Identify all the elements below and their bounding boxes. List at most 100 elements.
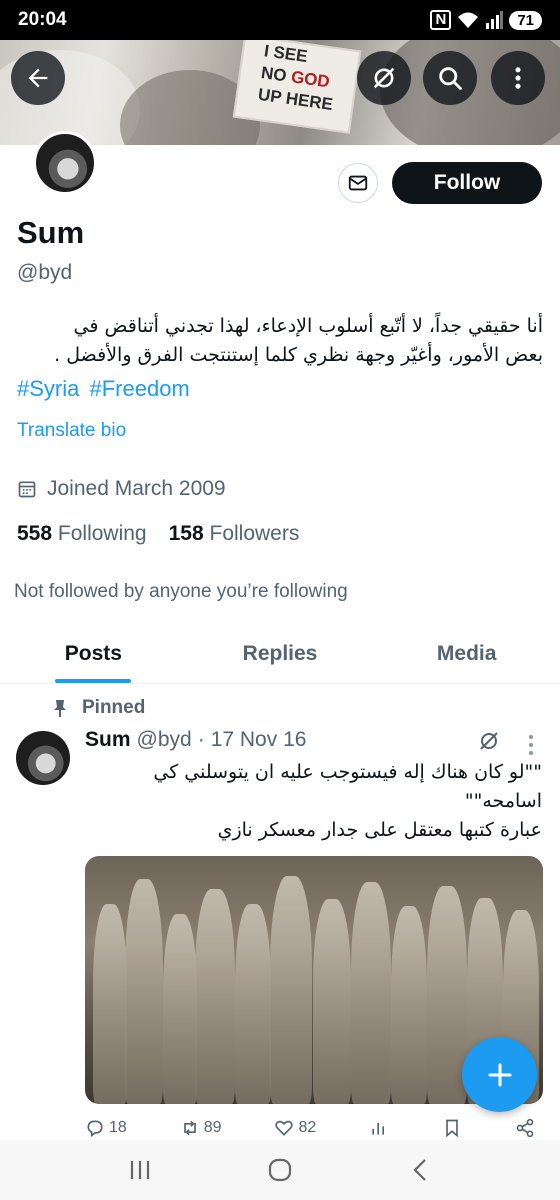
image-figure — [163, 914, 197, 1104]
like-count: 82 — [298, 1119, 317, 1136]
hashtag-link[interactable]: #Freedom — [89, 376, 189, 401]
grok-button[interactable] — [357, 51, 411, 105]
followers-count: 158 — [168, 522, 204, 545]
following-label: Following — [57, 522, 147, 545]
grok-icon[interactable] — [477, 729, 501, 753]
recent-apps-icon — [130, 1161, 150, 1179]
post-author-name[interactable]: Sum — [85, 728, 131, 752]
tab-posts[interactable]: Posts — [0, 625, 187, 683]
image-figure — [427, 886, 467, 1104]
battery-indicator: 71 — [509, 10, 542, 30]
heart-icon — [275, 1120, 294, 1136]
pin-icon — [54, 700, 66, 717]
calendar-icon — [18, 481, 36, 498]
banner-sign: I SEE NO GOD UP HERE — [232, 40, 362, 134]
views-button[interactable] — [369, 1118, 389, 1138]
bookmark-icon — [446, 1119, 458, 1138]
home-button[interactable] — [250, 1150, 310, 1190]
image-figure — [391, 906, 427, 1104]
post-header: Sum @byd · 17 Nov 16 — [85, 728, 306, 752]
like-button[interactable]: 82 — [274, 1118, 316, 1138]
back-arrow-icon — [28, 68, 48, 88]
bio-hashtags: #Syria #Freedom — [17, 376, 194, 402]
profile-bio: أنا حقيقي جداً، لا أتّبع أسلوب الإدعاء، … — [17, 312, 543, 370]
reply-count: 18 — [109, 1119, 127, 1136]
active-tab-indicator — [55, 679, 132, 683]
banner-sign-text-part: GOD — [289, 67, 331, 92]
signal-icon — [486, 11, 504, 29]
views-chart-icon — [372, 1123, 385, 1135]
post-text-line: عبارة كتبها معتقل على جدار معسكر نازي — [217, 819, 542, 841]
not-followed-notice: Not followed by anyone you’re following — [14, 581, 348, 602]
pinned-indicator: Pinned — [52, 697, 145, 719]
profile-banner: I SEE NO GOD UP HERE — [0, 40, 560, 145]
follow-stats: 558 Following 158 Followers — [17, 522, 299, 546]
tab-replies[interactable]: Replies — [187, 625, 374, 683]
pinned-label: Pinned — [82, 697, 146, 718]
display-name: Sum — [17, 215, 85, 250]
wifi-icon — [458, 12, 479, 28]
banner-sign-text-part: NO — [259, 63, 293, 87]
search-button[interactable] — [423, 51, 477, 105]
image-figure — [270, 876, 312, 1104]
profile-tabs: Posts Replies Media — [0, 625, 560, 684]
nfc-icon: N — [430, 10, 452, 30]
repost-icon — [183, 1120, 196, 1136]
image-figure — [93, 904, 127, 1104]
joined-text: Joined March 2009 — [47, 477, 226, 500]
repost-count: 89 — [203, 1119, 222, 1136]
profile-avatar[interactable] — [33, 131, 97, 195]
post-separator: · — [197, 728, 205, 751]
post-text-line: ""لو كان هناك إله فيستوجب عليه ان يتوسلن… — [153, 761, 542, 783]
plus-icon — [488, 1063, 511, 1086]
bio-line: أنا حقيقي جداً، لا أتّبع أسلوب الإدعاء، … — [73, 315, 543, 337]
recent-apps-button[interactable] — [110, 1150, 170, 1190]
status-icons: N 71 — [430, 10, 542, 30]
followers-link[interactable]: 158 Followers — [169, 522, 300, 546]
image-figure — [313, 899, 351, 1104]
image-figure — [235, 904, 271, 1104]
repost-button[interactable]: 89 — [180, 1118, 222, 1138]
following-count: 558 — [17, 522, 53, 545]
hashtag-link[interactable]: #Syria — [17, 376, 79, 401]
share-icon — [516, 1118, 534, 1138]
back-button[interactable] — [11, 51, 65, 105]
post-text-line: اسامحه"" — [464, 790, 542, 812]
back-nav-button[interactable] — [390, 1150, 450, 1190]
grok-icon — [373, 67, 395, 89]
tab-label: Media — [436, 642, 497, 665]
compose-post-button[interactable] — [462, 1037, 537, 1112]
home-circle-icon — [268, 1158, 292, 1182]
post-text: ""لو كان هناك إله فيستوجب عليه ان يتوسلن… — [85, 758, 542, 845]
share-button[interactable] — [515, 1118, 535, 1138]
reply-icon — [87, 1120, 103, 1138]
post-author-avatar[interactable] — [16, 731, 70, 785]
follow-button[interactable]: Follow — [392, 162, 542, 204]
translate-bio-link[interactable]: Translate bio — [17, 420, 126, 442]
envelope-icon — [348, 175, 368, 191]
bookmark-button[interactable] — [442, 1118, 462, 1138]
more-options-button[interactable] — [491, 51, 545, 105]
system-navigation-bar — [0, 1140, 560, 1200]
status-bar: 20:04 N 71 — [0, 0, 560, 40]
tab-label: Posts — [64, 642, 122, 665]
search-icon — [439, 67, 462, 90]
image-figure — [195, 889, 235, 1104]
image-figure — [125, 879, 163, 1104]
message-button[interactable] — [338, 163, 378, 203]
tab-media[interactable]: Media — [373, 625, 560, 683]
following-link[interactable]: 558 Following — [17, 522, 147, 546]
post-actions: 18 89 82 — [85, 1118, 535, 1138]
tab-label: Replies — [242, 642, 318, 665]
post-more-icon[interactable] — [528, 734, 534, 756]
joined-date: Joined March 2009 — [17, 477, 226, 501]
back-chevron-icon — [413, 1159, 426, 1181]
image-figure — [351, 882, 391, 1104]
bio-line: بعض الأمور، وأغيّر وجهة نظري كلما إستنتج… — [54, 344, 543, 366]
post-author-handle: @byd — [136, 728, 192, 751]
reply-button[interactable]: 18 — [85, 1118, 127, 1138]
status-time: 20:04 — [18, 9, 67, 30]
more-vertical-icon — [515, 67, 521, 89]
post-date[interactable]: 17 Nov 16 — [211, 728, 307, 752]
user-handle: @byd — [17, 261, 73, 284]
